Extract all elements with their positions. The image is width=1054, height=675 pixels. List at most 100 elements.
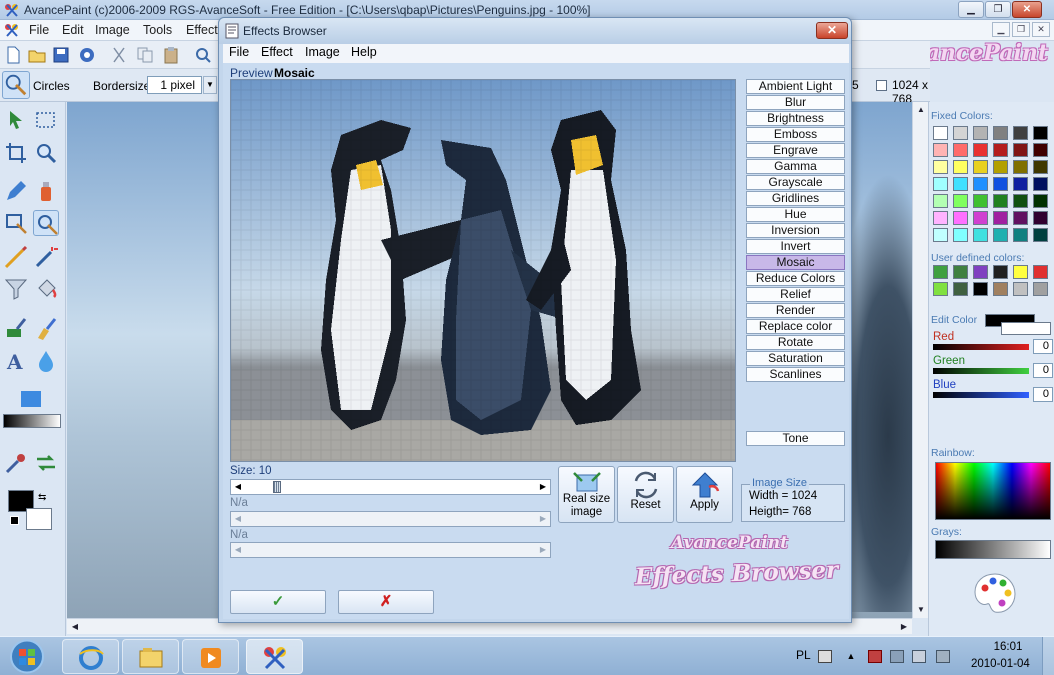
fixed-color-swatch[interactable] [953,126,968,140]
blue-value-field[interactable]: 0 [1033,387,1053,402]
red-slider[interactable] [933,344,1029,350]
gradient-swatch-icon[interactable] [18,387,44,413]
red-value-field[interactable]: 0 [1033,339,1053,354]
fixed-color-swatch[interactable] [953,143,968,157]
fixed-color-swatch[interactable] [1013,126,1028,140]
fixed-color-swatch[interactable] [1013,228,1028,242]
open-folder-icon[interactable] [28,46,46,64]
effect-relief[interactable]: Relief [746,287,845,302]
taskbar-explorer[interactable] [122,639,179,674]
fixed-color-swatch[interactable] [1033,211,1048,225]
action-center-icon[interactable] [868,650,882,663]
fixed-color-swatch[interactable] [993,177,1008,191]
fixed-color-swatch[interactable] [953,177,968,191]
rect-select-tool[interactable] [33,108,59,134]
swap-arrows-tool[interactable] [33,450,59,476]
fixed-color-swatch[interactable] [953,211,968,225]
fixed-color-swatch[interactable] [933,126,948,140]
scroll-up-icon[interactable]: ▲ [913,102,929,118]
fixed-color-swatch[interactable] [933,177,948,191]
dialog-menu-image[interactable]: Image [305,45,340,59]
menu-edit[interactable]: Edit [62,23,84,37]
maximize-button[interactable]: ❐ [985,1,1011,18]
scroll-down-icon[interactable]: ▼ [913,602,929,618]
fixed-color-swatch[interactable] [1013,143,1028,157]
effect-replace-color[interactable]: Replace color [746,319,845,334]
scroll-right-icon[interactable]: ▶ [896,619,912,635]
save-icon[interactable] [52,46,70,64]
copy-icon[interactable] [136,46,154,64]
minimize-button[interactable]: ▁ [958,1,984,18]
cancel-button[interactable]: ✗ [338,590,434,614]
fixed-color-swatch[interactable] [973,194,988,208]
effect-gridlines[interactable]: Gridlines [746,191,845,206]
effect-reduce-colors[interactable]: Reduce Colors [746,271,845,286]
show-desktop-button[interactable] [1042,637,1054,675]
effect-saturation[interactable]: Saturation [746,351,845,366]
fixed-color-swatch[interactable] [1033,160,1048,174]
water-drop-tool[interactable] [33,348,59,374]
fixed-color-swatch[interactable] [973,177,988,191]
line-tool[interactable] [3,244,29,270]
slider-left-icon[interactable]: ◀ [231,480,245,494]
color-picker-tool[interactable] [3,450,29,476]
effect-blur[interactable]: Blur [746,95,845,110]
pencil-tool[interactable] [3,178,29,204]
circles-tool[interactable] [33,210,59,236]
user-color-swatch[interactable] [993,265,1008,279]
blue-slider[interactable] [933,392,1029,398]
effect-brightness[interactable]: Brightness [746,111,845,126]
fixed-color-swatch[interactable] [1013,160,1028,174]
doc-close-button[interactable]: ✕ [1032,22,1050,37]
reset-button[interactable]: Reset [617,466,674,523]
user-color-swatch[interactable] [1013,282,1028,296]
real-size-image-button[interactable]: Real size image [558,466,615,523]
fixed-color-swatch[interactable] [993,211,1008,225]
battery-icon[interactable] [890,650,904,663]
fixed-color-swatch[interactable] [1013,177,1028,191]
grays-picker[interactable] [935,540,1051,559]
user-color-swatch[interactable] [1033,265,1048,279]
fixed-color-swatch[interactable] [993,126,1008,140]
fixed-color-swatch[interactable] [953,160,968,174]
menu-image[interactable]: Image [95,23,130,37]
size-slider[interactable]: ◀ ▶ [230,479,551,495]
bordersize-field[interactable]: 1 pixel [147,76,202,94]
effect-rotate[interactable]: Rotate [746,335,845,350]
apply-button[interactable]: Apply [676,466,733,523]
fixed-color-swatch[interactable] [1033,143,1048,157]
clock-time[interactable]: 16:01 [988,641,1028,653]
dialog-menu-help[interactable]: Help [351,45,377,59]
green-slider[interactable] [933,368,1029,374]
reset-colors-icon[interactable] [10,516,19,525]
effect-grayscale[interactable]: Grayscale [746,175,845,190]
effect-gamma[interactable]: Gamma [746,159,845,174]
effect-inversion[interactable]: Inversion [746,223,845,238]
effect-ambient-light[interactable]: Ambient Light [746,79,845,94]
save-as-icon[interactable] [78,46,96,64]
doc-minimize-button[interactable]: ▁ [992,22,1010,37]
broom-tool[interactable] [33,316,59,342]
dialog-close-button[interactable]: ✕ [816,22,848,39]
zoom-tool-icon[interactable] [194,46,212,64]
fixed-color-swatch[interactable] [953,194,968,208]
select-arrow-tool[interactable] [3,108,29,134]
user-color-swatch[interactable] [953,265,968,279]
fixed-color-swatch[interactable] [1033,194,1048,208]
zoom-tool[interactable] [33,140,59,166]
fixed-color-swatch[interactable] [993,228,1008,242]
user-color-swatch[interactable] [993,282,1008,296]
dialog-menu-file[interactable]: File [229,45,249,59]
start-button-icon[interactable] [4,638,50,675]
ok-button[interactable]: ✓ [230,590,326,614]
fixed-color-swatch[interactable] [933,211,948,225]
vertical-scrollbar[interactable]: ▲ ▼ [912,102,928,618]
rectangle-shape-tool[interactable] [3,210,29,236]
circles-tool-icon[interactable] [2,71,30,99]
fixed-color-swatch[interactable] [993,143,1008,157]
effect-invert[interactable]: Invert [746,239,845,254]
effect-tone[interactable]: Tone [746,431,845,446]
spray-tool[interactable] [33,178,59,204]
fixed-color-swatch[interactable] [1033,228,1048,242]
new-file-icon[interactable] [4,46,22,64]
